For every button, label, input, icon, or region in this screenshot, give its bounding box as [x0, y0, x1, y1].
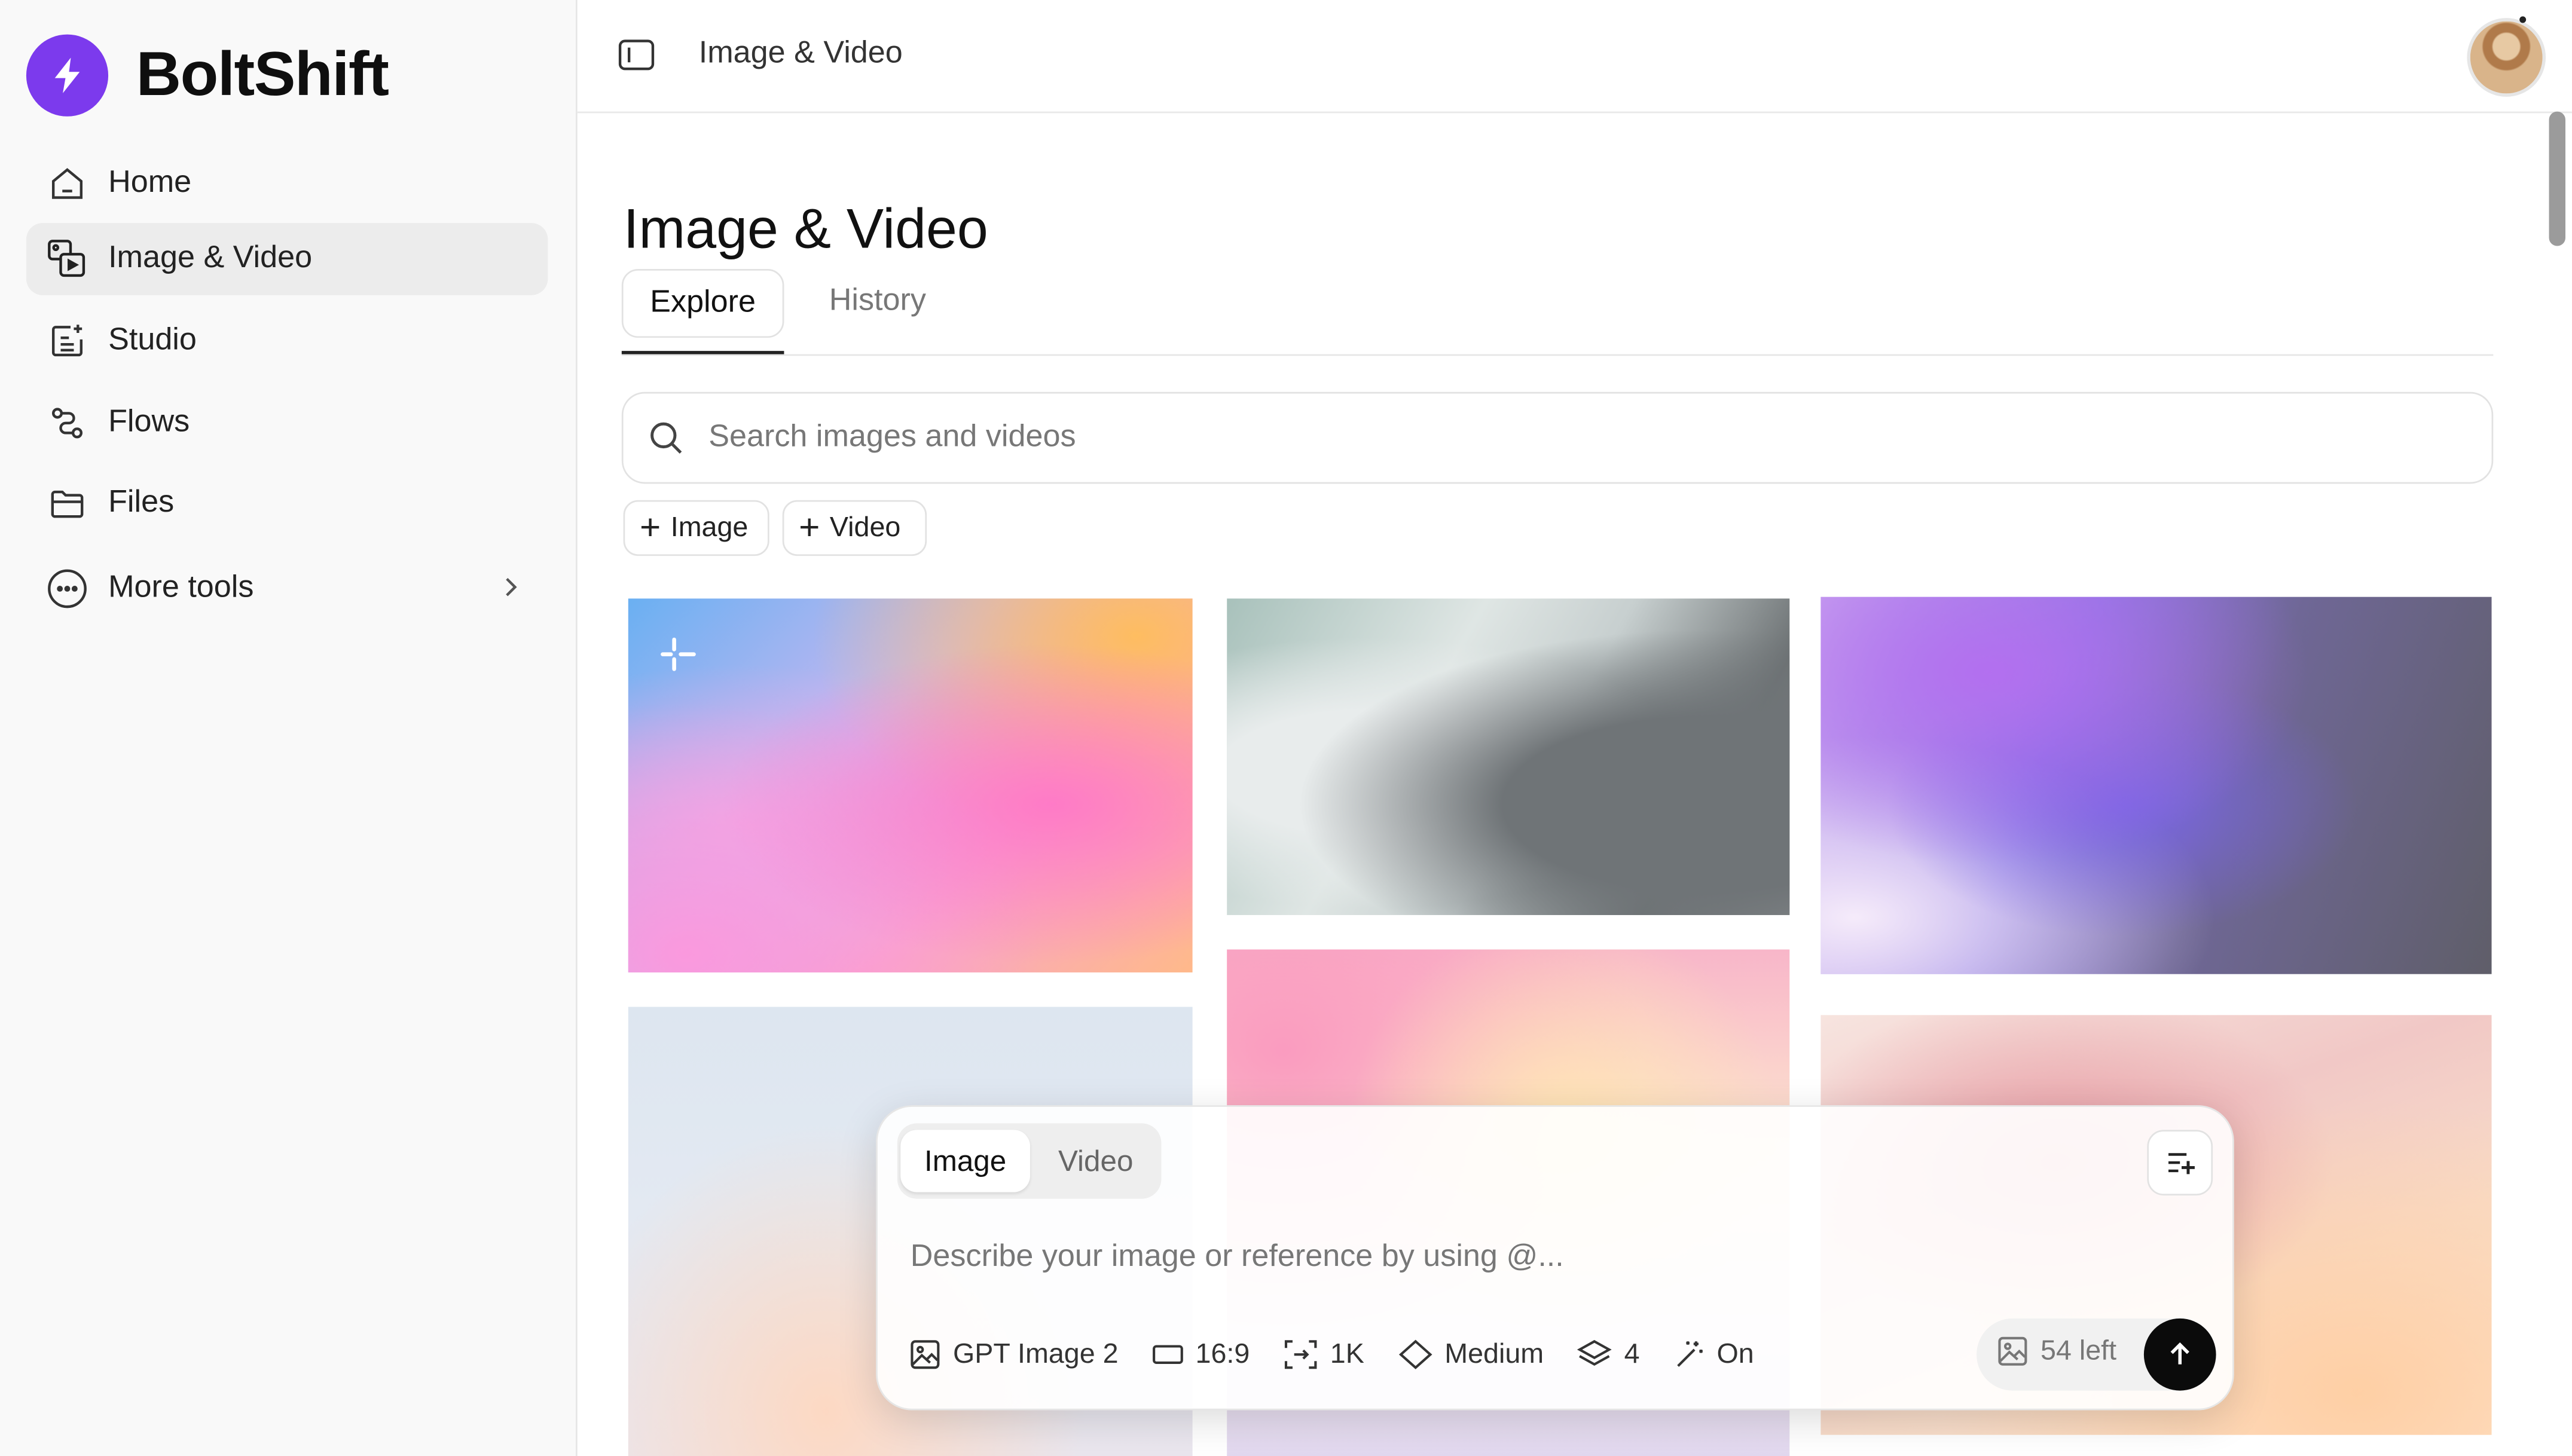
app-window: BoltShift Home Image & Video Studio Flow…	[0, 0, 2572, 1456]
brand[interactable]: BoltShift	[26, 33, 389, 118]
search-icon	[646, 418, 686, 458]
gallery-image[interactable]	[628, 598, 1193, 972]
prompt-input[interactable]	[907, 1238, 2194, 1278]
image-video-icon	[46, 238, 88, 280]
sidebar-toggle-icon[interactable]	[617, 38, 656, 74]
search-box[interactable]	[621, 391, 2494, 484]
image-credits-icon	[1998, 1336, 2027, 1366]
filter-label: Image	[670, 512, 749, 543]
bolt-logo-icon	[26, 34, 109, 117]
files-icon	[46, 482, 88, 525]
add-image-filter-button[interactable]: + Image	[623, 500, 769, 556]
sidebar-item-label: More tools	[108, 570, 254, 605]
list-sparkle-icon	[2168, 1153, 2195, 1174]
sparkle-icon	[658, 635, 700, 686]
sidebar-item-label: Files	[108, 485, 175, 520]
active-tab-indicator	[621, 351, 784, 354]
resolution-icon	[1284, 1340, 1317, 1369]
top-bar: Image & Video	[577, 0, 2572, 114]
sidebar-item-label: Home	[108, 166, 192, 200]
sidebar-item-files[interactable]: Files	[26, 467, 548, 540]
breadcrumb: Image & Video	[698, 36, 903, 71]
sidebar: BoltShift Home Image & Video Studio Flow…	[0, 0, 578, 1456]
sidebar-item-studio[interactable]: Studio	[26, 305, 548, 377]
gallery-image[interactable]	[1820, 597, 2492, 974]
layers-icon	[1577, 1339, 1612, 1366]
aspect-ratio-label: 16:9	[1195, 1338, 1250, 1369]
tab-history[interactable]: History	[805, 269, 949, 335]
sidebar-item-label: Flows	[108, 405, 190, 440]
brand-name: BoltShift	[136, 40, 389, 109]
quality-label: Medium	[1444, 1338, 1544, 1369]
resolution-label: 1K	[1330, 1338, 1364, 1369]
image-model-icon	[911, 1340, 940, 1369]
chevron-right-icon	[499, 573, 521, 612]
scrollbar-track[interactable]	[2543, 112, 2572, 1456]
count-label: 4	[1624, 1338, 1640, 1369]
search-input[interactable]	[705, 418, 2451, 458]
arrow-up-icon	[2170, 1342, 2189, 1365]
magic-wand-icon	[1676, 1341, 1702, 1367]
sidebar-item-flows[interactable]: Flows	[26, 387, 548, 459]
sidebar-item-label: Studio	[108, 323, 197, 358]
scrollbar-thumb[interactable]	[2549, 111, 2565, 246]
notification-dot	[2519, 16, 2527, 23]
plus-icon: +	[640, 506, 661, 548]
model-label: GPT Image 2	[953, 1338, 1119, 1369]
magic-prompt-toggle[interactable]: On	[1672, 1338, 1754, 1371]
mode-image-button[interactable]: Image	[900, 1130, 1030, 1192]
home-icon	[46, 163, 88, 205]
aspect-ratio-selector[interactable]: 16:9	[1151, 1338, 1250, 1371]
count-selector[interactable]: 4	[1577, 1338, 1640, 1371]
sidebar-item-more-tools[interactable]: More tools	[26, 553, 548, 625]
prompt-enhance-button[interactable]	[2147, 1130, 2213, 1196]
magic-prompt-label: On	[1716, 1338, 1754, 1369]
page-title: Image & Video	[623, 198, 988, 261]
avatar[interactable]	[2467, 18, 2546, 97]
sidebar-item-home[interactable]: Home	[26, 148, 548, 220]
sidebar-item-image-video[interactable]: Image & Video	[26, 223, 548, 295]
aspect-ratio-icon	[1152, 1345, 1183, 1364]
model-selector[interactable]: GPT Image 2	[909, 1338, 1119, 1371]
mode-toggle: Image Video	[897, 1123, 1162, 1199]
generation-options: GPT Image 2 16:9 1K Medium 4 On	[909, 1333, 1787, 1376]
quality-selector[interactable]: Medium	[1397, 1338, 1544, 1371]
resolution-selector[interactable]: 1K	[1282, 1338, 1364, 1371]
tab-explore[interactable]: Explore	[621, 268, 784, 338]
diamond-icon	[1398, 1339, 1432, 1369]
mode-video-button[interactable]: Video	[1038, 1130, 1153, 1192]
add-video-filter-button[interactable]: + Video	[782, 500, 927, 556]
credits-label: 54 left	[2041, 1335, 2117, 1366]
prompt-composer: Image Video GPT Image 2 16:9 1K Medium	[876, 1105, 2234, 1411]
tab-bar: Explore History	[621, 268, 2494, 356]
sidebar-item-label: Image & Video	[108, 241, 313, 276]
more-icon	[46, 567, 88, 610]
flows-icon	[46, 402, 88, 444]
gallery-image[interactable]	[1227, 598, 1790, 915]
plus-icon: +	[799, 506, 820, 548]
studio-icon	[46, 320, 88, 362]
send-button[interactable]	[2143, 1318, 2216, 1391]
filter-label: Video	[829, 512, 901, 543]
